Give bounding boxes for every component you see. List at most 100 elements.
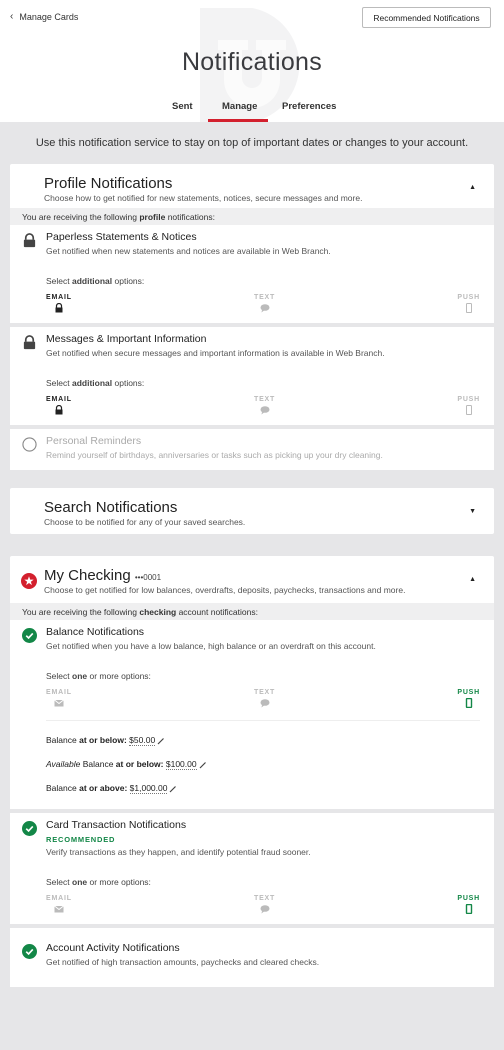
threshold-amount[interactable]: $50.00 [129, 735, 156, 746]
empty-circle-icon[interactable] [22, 437, 37, 452]
notification-item-personal-reminders[interactable]: Personal Reminders Remind yourself of bi… [10, 425, 494, 470]
channel-email[interactable]: EMAIL [46, 689, 72, 708]
select-options-label: Select one or more options: [46, 671, 480, 681]
channel-label: PUSH [457, 396, 480, 403]
channel-push[interactable]: PUSH [457, 895, 480, 914]
notification-item-card-transactions: Card Transaction Notifications RECOMMEND… [10, 809, 494, 924]
pencil-edit-icon[interactable] [157, 737, 165, 745]
mobile-phone-icon [465, 904, 472, 914]
chat-bubble-icon [260, 699, 270, 708]
item-description: Get notified when secure messages and im… [46, 348, 385, 358]
channel-label: PUSH [457, 689, 480, 696]
notification-item-account-activity: Account Activity Notifications Get notif… [10, 924, 494, 987]
receiving-text: You are receiving the following [22, 212, 140, 222]
checking-section-header[interactable]: My Checking •••0001 Choose to get notifi… [10, 556, 494, 603]
threshold-condition: at or below: [79, 735, 127, 745]
item-description: Get notified when new statements and not… [46, 246, 331, 256]
item-title: Messages & Important Information [46, 333, 207, 345]
threshold-available-balance: Available Balance at or below: $100.00 [46, 759, 480, 770]
channel-text[interactable]: TEXT [254, 294, 275, 313]
channel-options: EMAIL TEXT PUSH [46, 689, 480, 718]
threshold-condition: at or below: [115, 759, 164, 769]
recommended-badge: RECOMMENDED [46, 835, 116, 844]
my-checking-section: My Checking •••0001 Choose to get notifi… [10, 556, 494, 620]
channel-label: EMAIL [46, 895, 72, 902]
notification-item-messages: Messages & Important Information Get not… [10, 323, 494, 425]
receiving-banner: You are receiving the following profile … [10, 208, 494, 225]
profile-section-header[interactable]: Profile Notifications Choose how to get … [10, 164, 494, 208]
channel-options: EMAIL TEXT PUSH [46, 895, 480, 924]
back-link-label: Manage Cards [19, 11, 79, 22]
channel-label: TEXT [254, 294, 276, 301]
channel-text[interactable]: TEXT [254, 895, 275, 914]
tab-sent[interactable]: Sent [158, 101, 208, 122]
mobile-phone-icon [465, 303, 472, 313]
threshold-amount[interactable]: $100.00 [165, 759, 197, 770]
channel-push[interactable]: PUSH [457, 294, 480, 313]
item-description: Remind yourself of birthdays, anniversar… [46, 450, 383, 460]
select-bold: one [72, 877, 88, 887]
check-circle-icon[interactable] [22, 628, 37, 643]
select-bold: one [72, 671, 88, 681]
mobile-phone-icon [465, 698, 472, 708]
intro-text: Use this notification service to stay on… [35, 137, 469, 149]
pencil-edit-icon[interactable] [199, 761, 207, 769]
threshold-condition: at or above: [79, 783, 128, 793]
receiving-text-end: notifications: [165, 212, 215, 222]
section-subtitle: Choose to be notified for any of your sa… [44, 517, 246, 527]
channel-email[interactable]: EMAIL [46, 396, 72, 415]
collapse-caret-up-icon[interactable]: ▲ [469, 576, 476, 583]
channel-email[interactable]: EMAIL [46, 895, 72, 914]
channel-label: EMAIL [46, 396, 72, 403]
channel-push[interactable]: PUSH [457, 396, 480, 415]
section-title: Profile Notifications [44, 175, 173, 192]
lock-icon [55, 303, 63, 313]
receiving-bold: profile [139, 212, 166, 222]
section-subtitle: Choose to get notified for low balances,… [44, 585, 406, 595]
check-circle-icon[interactable] [22, 821, 37, 836]
item-description: Get notified of high transaction amounts… [46, 957, 320, 967]
tab-preferences[interactable]: Preferences [268, 101, 346, 122]
back-to-manage-cards-link[interactable]: ‹ Manage Cards [10, 11, 78, 22]
select-bold: additional [72, 378, 113, 388]
profile-notifications-section: Profile Notifications Choose how to get … [10, 164, 494, 225]
section-title: My Checking •••0001 [44, 567, 494, 584]
notification-item-paperless: Paperless Statements & Notices Get notif… [10, 225, 494, 323]
check-circle-icon[interactable] [22, 944, 37, 959]
pencil-edit-icon[interactable] [169, 785, 177, 793]
envelope-icon [54, 699, 64, 707]
collapse-caret-up-icon[interactable]: ▲ [469, 184, 476, 191]
item-description: Get notified when you have a low balance… [46, 641, 376, 651]
channel-text[interactable]: TEXT [254, 689, 275, 708]
mobile-phone-icon [465, 405, 472, 415]
channel-options: EMAIL TEXT PUSH [46, 396, 480, 425]
channel-push[interactable]: PUSH [457, 689, 480, 708]
tab-manage[interactable]: Manage [208, 101, 268, 122]
item-title: Balance Notifications [46, 626, 145, 638]
channel-text[interactable]: TEXT [254, 396, 275, 415]
item-title: Paperless Statements & Notices [46, 231, 197, 243]
search-section-header[interactable]: Search Notifications Choose to be notifi… [10, 488, 494, 534]
item-description: Verify transactions as they happen, and … [46, 847, 311, 857]
chat-bubble-icon [260, 905, 270, 914]
channel-label: TEXT [254, 689, 276, 696]
favorite-star-icon [21, 573, 37, 589]
recommended-notifications-button[interactable]: Recommended Notifications [362, 7, 491, 28]
channel-label: PUSH [457, 294, 480, 301]
expand-caret-down-icon[interactable]: ▼ [469, 508, 476, 515]
chat-bubble-icon [260, 304, 270, 313]
channel-label: TEXT [254, 396, 276, 403]
select-options-label: Select one or more options: [46, 877, 480, 887]
threshold-amount[interactable]: $1,000.00 [129, 783, 168, 794]
receiving-text: You are receiving the following [22, 607, 140, 617]
envelope-icon [54, 905, 64, 913]
receiving-bold: checking [139, 607, 177, 617]
select-text-end: options: [112, 276, 145, 286]
section-title: Search Notifications [44, 499, 178, 516]
account-name: My Checking [44, 567, 131, 584]
page-header: ‹ Manage Cards Recommended Notifications… [0, 0, 504, 122]
threshold-high-balance: Balance at or above: $1,000.00 [46, 783, 480, 794]
channel-email[interactable]: EMAIL [46, 294, 72, 313]
select-text-end: options: [112, 378, 145, 388]
